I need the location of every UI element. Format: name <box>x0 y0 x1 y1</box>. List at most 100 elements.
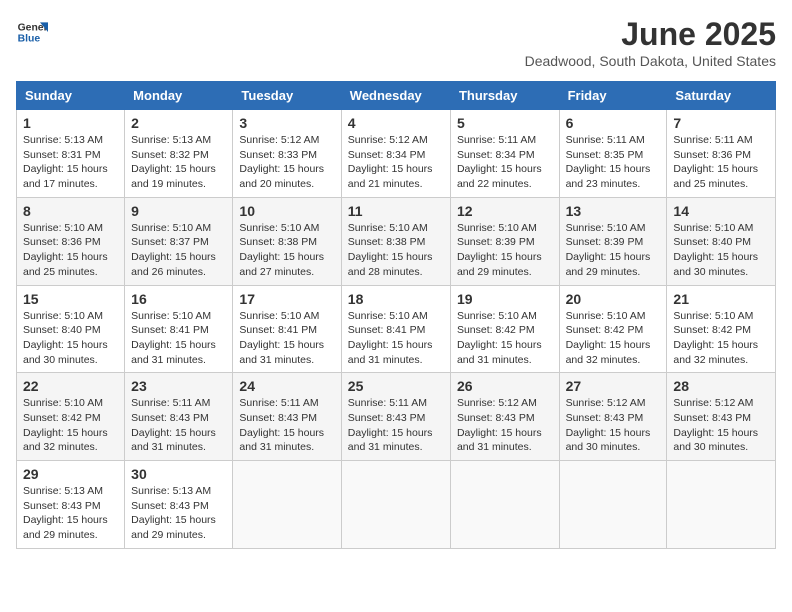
day-info: Sunrise: 5:10 AM Sunset: 8:39 PM Dayligh… <box>566 221 661 280</box>
calendar-cell: 2 Sunrise: 5:13 AM Sunset: 8:32 PM Dayli… <box>125 110 233 198</box>
month-title: June 2025 <box>525 16 776 53</box>
day-info: Sunrise: 5:10 AM Sunset: 8:41 PM Dayligh… <box>348 309 444 368</box>
calendar-cell: 19 Sunrise: 5:10 AM Sunset: 8:42 PM Dayl… <box>450 285 559 373</box>
day-number: 8 <box>23 203 118 219</box>
day-info: Sunrise: 5:12 AM Sunset: 8:43 PM Dayligh… <box>566 396 661 455</box>
calendar-cell: 15 Sunrise: 5:10 AM Sunset: 8:40 PM Dayl… <box>17 285 125 373</box>
calendar-cell: 16 Sunrise: 5:10 AM Sunset: 8:41 PM Dayl… <box>125 285 233 373</box>
calendar-cell: 9 Sunrise: 5:10 AM Sunset: 8:37 PM Dayli… <box>125 197 233 285</box>
day-info: Sunrise: 5:12 AM Sunset: 8:43 PM Dayligh… <box>673 396 769 455</box>
calendar-cell: 8 Sunrise: 5:10 AM Sunset: 8:36 PM Dayli… <box>17 197 125 285</box>
weekday-header-row: SundayMondayTuesdayWednesdayThursdayFrid… <box>17 82 776 110</box>
day-number: 6 <box>566 115 661 131</box>
calendar-cell: 27 Sunrise: 5:12 AM Sunset: 8:43 PM Dayl… <box>559 373 667 461</box>
weekday-header-saturday: Saturday <box>667 82 776 110</box>
calendar-cell: 22 Sunrise: 5:10 AM Sunset: 8:42 PM Dayl… <box>17 373 125 461</box>
day-info: Sunrise: 5:10 AM Sunset: 8:42 PM Dayligh… <box>23 396 118 455</box>
calendar-cell: 18 Sunrise: 5:10 AM Sunset: 8:41 PM Dayl… <box>341 285 450 373</box>
day-number: 29 <box>23 466 118 482</box>
day-info: Sunrise: 5:13 AM Sunset: 8:43 PM Dayligh… <box>23 484 118 543</box>
day-info: Sunrise: 5:10 AM Sunset: 8:40 PM Dayligh… <box>23 309 118 368</box>
weekday-header-wednesday: Wednesday <box>341 82 450 110</box>
week-row-4: 22 Sunrise: 5:10 AM Sunset: 8:42 PM Dayl… <box>17 373 776 461</box>
day-number: 13 <box>566 203 661 219</box>
calendar-cell <box>559 461 667 549</box>
logo: General Blue <box>16 16 48 48</box>
day-info: Sunrise: 5:10 AM Sunset: 8:38 PM Dayligh… <box>239 221 334 280</box>
day-number: 22 <box>23 378 118 394</box>
day-info: Sunrise: 5:11 AM Sunset: 8:43 PM Dayligh… <box>239 396 334 455</box>
day-info: Sunrise: 5:10 AM Sunset: 8:42 PM Dayligh… <box>566 309 661 368</box>
day-number: 27 <box>566 378 661 394</box>
calendar-cell: 30 Sunrise: 5:13 AM Sunset: 8:43 PM Dayl… <box>125 461 233 549</box>
day-number: 10 <box>239 203 334 219</box>
day-info: Sunrise: 5:12 AM Sunset: 8:33 PM Dayligh… <box>239 133 334 192</box>
calendar-cell: 11 Sunrise: 5:10 AM Sunset: 8:38 PM Dayl… <box>341 197 450 285</box>
calendar-cell: 24 Sunrise: 5:11 AM Sunset: 8:43 PM Dayl… <box>233 373 341 461</box>
week-row-5: 29 Sunrise: 5:13 AM Sunset: 8:43 PM Dayl… <box>17 461 776 549</box>
calendar-cell <box>341 461 450 549</box>
day-number: 5 <box>457 115 553 131</box>
day-number: 15 <box>23 291 118 307</box>
day-info: Sunrise: 5:10 AM Sunset: 8:39 PM Dayligh… <box>457 221 553 280</box>
day-info: Sunrise: 5:11 AM Sunset: 8:35 PM Dayligh… <box>566 133 661 192</box>
day-number: 4 <box>348 115 444 131</box>
weekday-header-tuesday: Tuesday <box>233 82 341 110</box>
day-number: 25 <box>348 378 444 394</box>
day-info: Sunrise: 5:10 AM Sunset: 8:42 PM Dayligh… <box>457 309 553 368</box>
calendar-cell: 14 Sunrise: 5:10 AM Sunset: 8:40 PM Dayl… <box>667 197 776 285</box>
calendar-cell: 7 Sunrise: 5:11 AM Sunset: 8:36 PM Dayli… <box>667 110 776 198</box>
week-row-2: 8 Sunrise: 5:10 AM Sunset: 8:36 PM Dayli… <box>17 197 776 285</box>
day-number: 28 <box>673 378 769 394</box>
day-number: 21 <box>673 291 769 307</box>
location-title: Deadwood, South Dakota, United States <box>525 53 776 69</box>
svg-text:Blue: Blue <box>18 34 41 45</box>
calendar-cell: 1 Sunrise: 5:13 AM Sunset: 8:31 PM Dayli… <box>17 110 125 198</box>
day-number: 30 <box>131 466 226 482</box>
calendar-cell: 20 Sunrise: 5:10 AM Sunset: 8:42 PM Dayl… <box>559 285 667 373</box>
calendar-cell: 25 Sunrise: 5:11 AM Sunset: 8:43 PM Dayl… <box>341 373 450 461</box>
day-number: 19 <box>457 291 553 307</box>
day-info: Sunrise: 5:10 AM Sunset: 8:36 PM Dayligh… <box>23 221 118 280</box>
day-info: Sunrise: 5:12 AM Sunset: 8:34 PM Dayligh… <box>348 133 444 192</box>
day-number: 7 <box>673 115 769 131</box>
calendar-cell: 28 Sunrise: 5:12 AM Sunset: 8:43 PM Dayl… <box>667 373 776 461</box>
calendar-cell <box>667 461 776 549</box>
day-number: 16 <box>131 291 226 307</box>
title-section: June 2025 Deadwood, South Dakota, United… <box>525 16 776 69</box>
calendar-cell: 13 Sunrise: 5:10 AM Sunset: 8:39 PM Dayl… <box>559 197 667 285</box>
calendar-cell: 3 Sunrise: 5:12 AM Sunset: 8:33 PM Dayli… <box>233 110 341 198</box>
calendar-cell: 6 Sunrise: 5:11 AM Sunset: 8:35 PM Dayli… <box>559 110 667 198</box>
day-number: 18 <box>348 291 444 307</box>
day-number: 17 <box>239 291 334 307</box>
day-number: 23 <box>131 378 226 394</box>
day-info: Sunrise: 5:10 AM Sunset: 8:42 PM Dayligh… <box>673 309 769 368</box>
day-info: Sunrise: 5:12 AM Sunset: 8:43 PM Dayligh… <box>457 396 553 455</box>
weekday-header-sunday: Sunday <box>17 82 125 110</box>
day-number: 3 <box>239 115 334 131</box>
day-number: 20 <box>566 291 661 307</box>
calendar-cell: 17 Sunrise: 5:10 AM Sunset: 8:41 PM Dayl… <box>233 285 341 373</box>
calendar-cell: 5 Sunrise: 5:11 AM Sunset: 8:34 PM Dayli… <box>450 110 559 198</box>
calendar-cell: 26 Sunrise: 5:12 AM Sunset: 8:43 PM Dayl… <box>450 373 559 461</box>
calendar-cell: 12 Sunrise: 5:10 AM Sunset: 8:39 PM Dayl… <box>450 197 559 285</box>
day-number: 2 <box>131 115 226 131</box>
day-info: Sunrise: 5:11 AM Sunset: 8:43 PM Dayligh… <box>348 396 444 455</box>
day-info: Sunrise: 5:13 AM Sunset: 8:31 PM Dayligh… <box>23 133 118 192</box>
day-info: Sunrise: 5:10 AM Sunset: 8:40 PM Dayligh… <box>673 221 769 280</box>
week-row-1: 1 Sunrise: 5:13 AM Sunset: 8:31 PM Dayli… <box>17 110 776 198</box>
day-number: 26 <box>457 378 553 394</box>
day-info: Sunrise: 5:13 AM Sunset: 8:43 PM Dayligh… <box>131 484 226 543</box>
page-header: General Blue June 2025 Deadwood, South D… <box>16 16 776 69</box>
day-number: 12 <box>457 203 553 219</box>
weekday-header-thursday: Thursday <box>450 82 559 110</box>
day-number: 1 <box>23 115 118 131</box>
day-number: 14 <box>673 203 769 219</box>
day-number: 24 <box>239 378 334 394</box>
calendar-cell: 10 Sunrise: 5:10 AM Sunset: 8:38 PM Dayl… <box>233 197 341 285</box>
calendar-cell: 4 Sunrise: 5:12 AM Sunset: 8:34 PM Dayli… <box>341 110 450 198</box>
logo-icon: General Blue <box>16 16 48 48</box>
day-info: Sunrise: 5:11 AM Sunset: 8:34 PM Dayligh… <box>457 133 553 192</box>
day-number: 11 <box>348 203 444 219</box>
weekday-header-monday: Monday <box>125 82 233 110</box>
